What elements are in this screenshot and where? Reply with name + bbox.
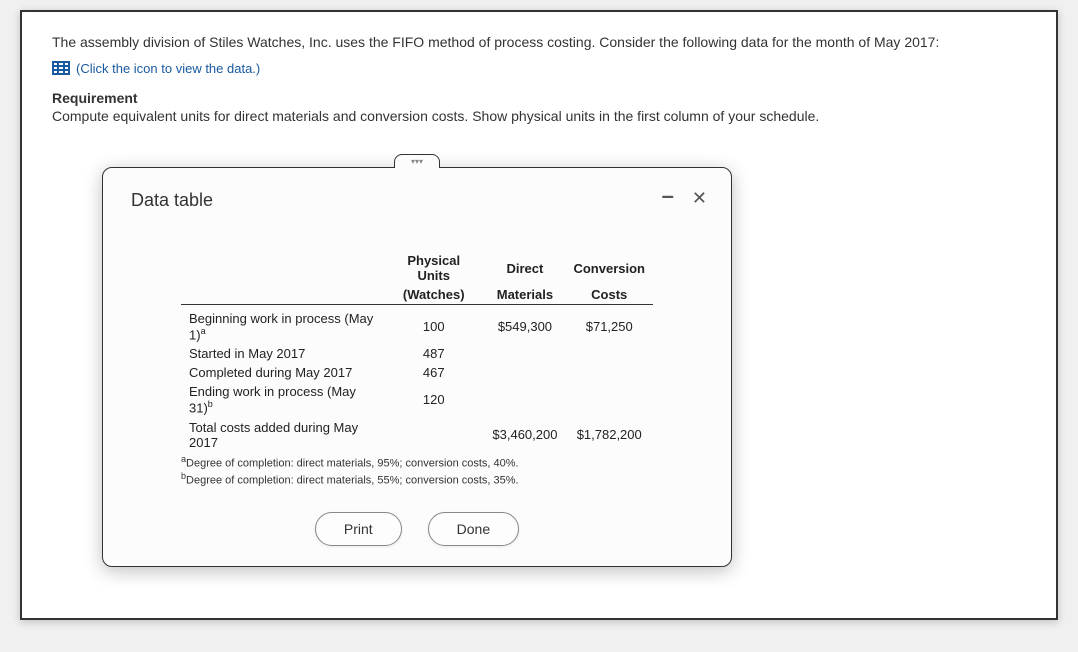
modal-title: Data table	[131, 190, 703, 211]
row4-units: 120	[383, 382, 484, 417]
modal-buttons: Print Done	[103, 512, 731, 546]
data-area: Physical Units Direct Conversion (Watche…	[181, 251, 653, 487]
table-icon	[52, 61, 70, 75]
modal-tab-handle[interactable]: ▾▾▾	[394, 154, 440, 168]
row3-label: Completed during May 2017	[181, 363, 383, 382]
table-row: Completed during May 2017 467	[181, 363, 653, 382]
row1-dm: $549,300	[484, 309, 565, 344]
row4-label: Ending work in process (May 31)	[189, 384, 356, 415]
table-row: Total costs added during May 2017 $3,460…	[181, 418, 653, 452]
row5-cc: $1,782,200	[565, 418, 653, 452]
table-row: Started in May 2017 487	[181, 344, 653, 363]
col-conversion-top: Conversion	[565, 251, 653, 285]
row5-label: Total costs added during May 2017	[181, 418, 383, 452]
requirement-block: Requirement Compute equivalent units for…	[52, 90, 1026, 124]
print-button[interactable]: Print	[315, 512, 402, 546]
row3-units: 467	[383, 363, 484, 382]
requirement-heading: Requirement	[52, 90, 1026, 106]
row5-dm: $3,460,200	[484, 418, 565, 452]
col-physical-units-top: Physical Units	[383, 251, 484, 285]
footnote-b-text: Degree of completion: direct materials, …	[186, 475, 519, 487]
problem-intro: The assembly division of Stiles Watches,…	[52, 32, 1026, 53]
data-table-modal: ▾▾▾ Data table – ✕ Physical Units Direct…	[102, 167, 732, 567]
row4-sup: b	[208, 399, 213, 409]
data-table: Physical Units Direct Conversion (Watche…	[181, 251, 653, 452]
table-row: Beginning work in process (May 1)a 100 $…	[181, 309, 653, 344]
col-direct-top: Direct	[484, 251, 565, 285]
row1-sup: a	[201, 326, 206, 336]
done-button[interactable]: Done	[428, 512, 519, 546]
view-data-link[interactable]: (Click the icon to view the data.)	[52, 61, 260, 76]
col-direct-sub: Materials	[484, 285, 565, 305]
close-icon[interactable]: ✕	[692, 188, 707, 209]
row2-label: Started in May 2017	[181, 344, 383, 363]
footnote-a: aDegree of completion: direct materials,…	[181, 454, 653, 470]
window-controls: – ✕	[662, 188, 707, 209]
row1-cc: $71,250	[565, 309, 653, 344]
row2-units: 487	[383, 344, 484, 363]
footnote-a-text: Degree of completion: direct materials, …	[186, 457, 519, 469]
problem-intro-text: The assembly division of Stiles Watches,…	[52, 34, 939, 50]
footnote-b: bDegree of completion: direct materials,…	[181, 471, 653, 487]
row1-units: 100	[383, 309, 484, 344]
requirement-body: Compute equivalent units for direct mate…	[52, 108, 1026, 124]
page-wrapper: The assembly division of Stiles Watches,…	[20, 10, 1058, 620]
table-row: Ending work in process (May 31)b 120	[181, 382, 653, 417]
col-conversion-sub: Costs	[565, 285, 653, 305]
minimize-icon[interactable]: –	[662, 190, 674, 207]
col-physical-units-sub: (Watches)	[383, 285, 484, 305]
view-data-link-text: (Click the icon to view the data.)	[76, 61, 260, 76]
row1-label: Beginning work in process (May 1)	[189, 311, 373, 342]
